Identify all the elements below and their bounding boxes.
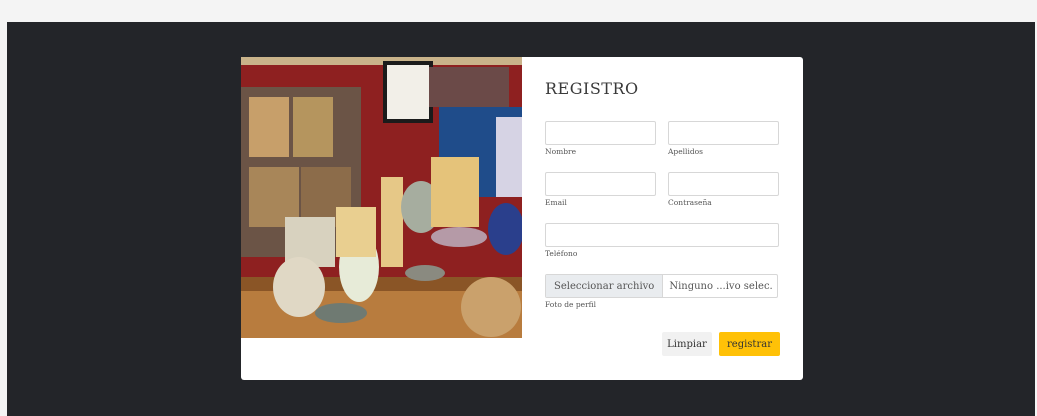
nombre-label: Nombre — [545, 147, 577, 156]
apellidos-label: Apellidos — [668, 147, 704, 156]
email-input[interactable] — [545, 172, 656, 196]
telefono-label: Teléfono — [545, 249, 578, 258]
profile-photo-field-group: Seleccionar archivo Ninguno ...ivo selec… — [545, 274, 779, 311]
password-label: Contraseña — [668, 198, 712, 207]
profile-photo-label: Foto de perfil — [545, 300, 597, 309]
form-title: REGISTRO — [545, 79, 639, 98]
clear-button[interactable]: Limpiar — [662, 332, 712, 356]
apellidos-field-group: Apellidos — [668, 121, 779, 158]
telefono-input[interactable] — [545, 223, 779, 247]
register-button[interactable]: registrar — [719, 332, 780, 356]
contrasena-field-group: Contraseña — [668, 172, 779, 209]
email-label: Email — [545, 198, 567, 207]
password-input[interactable] — [668, 172, 779, 196]
nombre-field-group: Nombre — [545, 121, 656, 158]
select-file-button[interactable]: Seleccionar archivo — [546, 275, 664, 297]
registration-form: REGISTRO Nombre Apellidos Email Contrase… — [545, 57, 803, 380]
file-input[interactable]: Seleccionar archivo Ninguno ...ivo selec… — [545, 274, 778, 298]
nombre-input[interactable] — [545, 121, 656, 145]
registration-card: REGISTRO Nombre Apellidos Email Contrase… — [241, 57, 803, 380]
apellidos-input[interactable] — [668, 121, 779, 145]
selected-file-name: Ninguno ...ivo selec. — [669, 280, 773, 292]
page-backdrop: REGISTRO Nombre Apellidos Email Contrase… — [7, 22, 1035, 416]
pottery-photo — [241, 57, 522, 338]
telefono-field-group: Teléfono — [545, 223, 779, 260]
email-field-group: Email — [545, 172, 656, 209]
